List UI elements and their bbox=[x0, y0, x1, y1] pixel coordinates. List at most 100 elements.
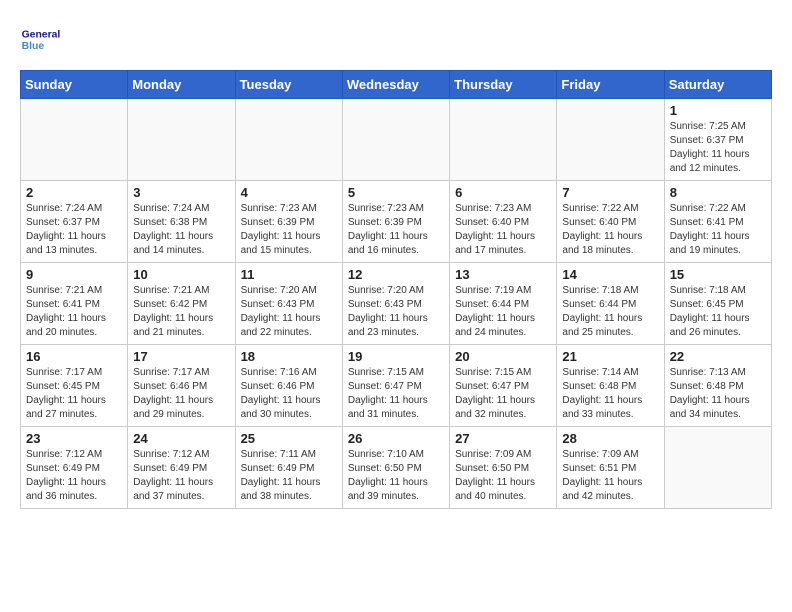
calendar-cell: 28 Sunrise: 7:09 AM Sunset: 6:51 PM Dayli… bbox=[557, 427, 664, 509]
calendar-cell bbox=[664, 427, 771, 509]
day-number: 3 bbox=[133, 185, 229, 200]
calendar-cell: 3Sunrise: 7:24 AM Sunset: 6:38 PM Daylig… bbox=[128, 181, 235, 263]
day-info: Sunrise: 7:22 AM Sunset: 6:40 PM Dayligh… bbox=[562, 202, 658, 258]
day-number: 22 bbox=[670, 349, 766, 364]
day-number: 4 bbox=[241, 185, 337, 200]
day-info: Sunrise: 7:23 AM Sunset: 6:40 PM Dayligh… bbox=[455, 202, 551, 258]
day-number: 26 bbox=[348, 431, 444, 446]
day-info: Sunrise: 7:23 AM Sunset: 6:39 PM Dayligh… bbox=[241, 202, 337, 258]
day-number: 9 bbox=[26, 267, 122, 282]
calendar-cell: 12Sunrise: 7:20 AM Sunset: 6:43 PM Dayli… bbox=[342, 263, 449, 345]
day-info: Sunrise: 7:16 AM Sunset: 6:46 PM Dayligh… bbox=[241, 366, 337, 422]
calendar-cell: 1Sunrise: 7:25 AM Sunset: 6:37 PM Daylig… bbox=[664, 99, 771, 181]
day-info: Sunrise: 7:23 AM Sunset: 6:39 PM Dayligh… bbox=[348, 202, 444, 258]
weekday-header-monday: Monday bbox=[128, 71, 235, 99]
day-info: Sunrise: 7:15 AM Sunset: 6:47 PM Dayligh… bbox=[348, 366, 444, 422]
calendar-cell: 11 Sunrise: 7:20 AM Sunset: 6:43 PM Dayli… bbox=[235, 263, 342, 345]
calendar-cell: 14 Sunrise: 7:18 AM Sunset: 6:44 PM Dayli… bbox=[557, 263, 664, 345]
calendar-cell bbox=[235, 99, 342, 181]
svg-text:General: General bbox=[22, 30, 60, 41]
week-row-1: 1Sunrise: 7:25 AM Sunset: 6:37 PM Daylig… bbox=[21, 99, 772, 181]
calendar-cell: 23 Sunrise: 7:12 AM Sunset: 6:49 PM Dayli… bbox=[21, 427, 128, 509]
calendar-cell: 25 Sunrise: 7:11 AM Sunset: 6:49 PM Dayli… bbox=[235, 427, 342, 509]
day-info: Sunrise: 7:09 AM Sunset: 6:51 PM Dayligh… bbox=[562, 448, 658, 504]
calendar-cell: 6 Sunrise: 7:23 AM Sunset: 6:40 PM Daylig… bbox=[450, 181, 557, 263]
day-number: 7 bbox=[562, 185, 658, 200]
day-info: Sunrise: 7:18 AM Sunset: 6:45 PM Dayligh… bbox=[670, 284, 766, 340]
calendar-cell: 20Sunrise: 7:15 AM Sunset: 6:47 PM Dayli… bbox=[450, 345, 557, 427]
day-number: 5 bbox=[348, 185, 444, 200]
day-number: 15 bbox=[670, 267, 766, 282]
week-row-3: 9Sunrise: 7:21 AM Sunset: 6:41 PM Daylig… bbox=[21, 263, 772, 345]
weekday-header-wednesday: Wednesday bbox=[342, 71, 449, 99]
day-info: Sunrise: 7:24 AM Sunset: 6:37 PM Dayligh… bbox=[26, 202, 122, 258]
day-info: Sunrise: 7:14 AM Sunset: 6:48 PM Dayligh… bbox=[562, 366, 658, 422]
calendar-cell: 21 Sunrise: 7:14 AM Sunset: 6:48 PM Dayli… bbox=[557, 345, 664, 427]
logo: General Blue bbox=[20, 20, 64, 60]
day-number: 2 bbox=[26, 185, 122, 200]
day-info: Sunrise: 7:22 AM Sunset: 6:41 PM Dayligh… bbox=[670, 202, 766, 258]
day-info: Sunrise: 7:17 AM Sunset: 6:45 PM Dayligh… bbox=[26, 366, 122, 422]
calendar-cell: 9Sunrise: 7:21 AM Sunset: 6:41 PM Daylig… bbox=[21, 263, 128, 345]
day-number: 21 bbox=[562, 349, 658, 364]
day-info: Sunrise: 7:21 AM Sunset: 6:42 PM Dayligh… bbox=[133, 284, 229, 340]
calendar-cell bbox=[128, 99, 235, 181]
calendar-cell bbox=[21, 99, 128, 181]
calendar-cell bbox=[450, 99, 557, 181]
day-number: 14 bbox=[562, 267, 658, 282]
day-number: 27 bbox=[455, 431, 551, 446]
weekday-header-thursday: Thursday bbox=[450, 71, 557, 99]
day-number: 8 bbox=[670, 185, 766, 200]
day-info: Sunrise: 7:19 AM Sunset: 6:44 PM Dayligh… bbox=[455, 284, 551, 340]
svg-text:Blue: Blue bbox=[22, 41, 45, 52]
calendar-cell: 26 Sunrise: 7:10 AM Sunset: 6:50 PM Dayli… bbox=[342, 427, 449, 509]
weekday-header-sunday: Sunday bbox=[21, 71, 128, 99]
day-number: 12 bbox=[348, 267, 444, 282]
calendar-cell: 27 Sunrise: 7:09 AM Sunset: 6:50 PM Dayli… bbox=[450, 427, 557, 509]
day-info: Sunrise: 7:10 AM Sunset: 6:50 PM Dayligh… bbox=[348, 448, 444, 504]
calendar-cell: 7 Sunrise: 7:22 AM Sunset: 6:40 PM Daylig… bbox=[557, 181, 664, 263]
day-number: 11 bbox=[241, 267, 337, 282]
day-number: 18 bbox=[241, 349, 337, 364]
weekday-header-row: SundayMondayTuesdayWednesdayThursdayFrid… bbox=[21, 71, 772, 99]
day-number: 17 bbox=[133, 349, 229, 364]
calendar-cell: 13 Sunrise: 7:19 AM Sunset: 6:44 PM Dayli… bbox=[450, 263, 557, 345]
day-info: Sunrise: 7:17 AM Sunset: 6:46 PM Dayligh… bbox=[133, 366, 229, 422]
day-info: Sunrise: 7:12 AM Sunset: 6:49 PM Dayligh… bbox=[133, 448, 229, 504]
calendar-cell: 24 Sunrise: 7:12 AM Sunset: 6:49 PM Dayli… bbox=[128, 427, 235, 509]
week-row-2: 2 Sunrise: 7:24 AM Sunset: 6:37 PM Daylig… bbox=[21, 181, 772, 263]
day-number: 19 bbox=[348, 349, 444, 364]
calendar-cell: 22 Sunrise: 7:13 AM Sunset: 6:48 PM Dayli… bbox=[664, 345, 771, 427]
weekday-header-saturday: Saturday bbox=[664, 71, 771, 99]
day-number: 6 bbox=[455, 185, 551, 200]
weekday-header-tuesday: Tuesday bbox=[235, 71, 342, 99]
calendar-table: SundayMondayTuesdayWednesdayThursdayFrid… bbox=[20, 70, 772, 509]
day-info: Sunrise: 7:20 AM Sunset: 6:43 PM Dayligh… bbox=[241, 284, 337, 340]
day-info: Sunrise: 7:15 AM Sunset: 6:47 PM Dayligh… bbox=[455, 366, 551, 422]
day-number: 10 bbox=[133, 267, 229, 282]
day-info: Sunrise: 7:09 AM Sunset: 6:50 PM Dayligh… bbox=[455, 448, 551, 504]
calendar-cell: 10 Sunrise: 7:21 AM Sunset: 6:42 PM Dayli… bbox=[128, 263, 235, 345]
day-number: 23 bbox=[26, 431, 122, 446]
weekday-header-friday: Friday bbox=[557, 71, 664, 99]
calendar-cell: 18 Sunrise: 7:16 AM Sunset: 6:46 PM Dayli… bbox=[235, 345, 342, 427]
calendar-cell: 17 Sunrise: 7:17 AM Sunset: 6:46 PM Dayli… bbox=[128, 345, 235, 427]
calendar-cell: 4 Sunrise: 7:23 AM Sunset: 6:39 PM Daylig… bbox=[235, 181, 342, 263]
day-info: Sunrise: 7:18 AM Sunset: 6:44 PM Dayligh… bbox=[562, 284, 658, 340]
day-info: Sunrise: 7:13 AM Sunset: 6:48 PM Dayligh… bbox=[670, 366, 766, 422]
calendar-cell: 15 Sunrise: 7:18 AM Sunset: 6:45 PM Dayli… bbox=[664, 263, 771, 345]
day-info: Sunrise: 7:11 AM Sunset: 6:49 PM Dayligh… bbox=[241, 448, 337, 504]
day-number: 13 bbox=[455, 267, 551, 282]
calendar-cell bbox=[342, 99, 449, 181]
day-number: 16 bbox=[26, 349, 122, 364]
day-number: 1 bbox=[670, 103, 766, 118]
day-number: 24 bbox=[133, 431, 229, 446]
day-number: 28 bbox=[562, 431, 658, 446]
day-info: Sunrise: 7:12 AM Sunset: 6:49 PM Dayligh… bbox=[26, 448, 122, 504]
week-row-5: 23 Sunrise: 7:12 AM Sunset: 6:49 PM Dayli… bbox=[21, 427, 772, 509]
logo-icon: General Blue bbox=[20, 20, 60, 60]
calendar-cell: 16 Sunrise: 7:17 AM Sunset: 6:45 PM Dayli… bbox=[21, 345, 128, 427]
week-row-4: 16 Sunrise: 7:17 AM Sunset: 6:45 PM Dayli… bbox=[21, 345, 772, 427]
day-number: 25 bbox=[241, 431, 337, 446]
calendar-cell bbox=[557, 99, 664, 181]
